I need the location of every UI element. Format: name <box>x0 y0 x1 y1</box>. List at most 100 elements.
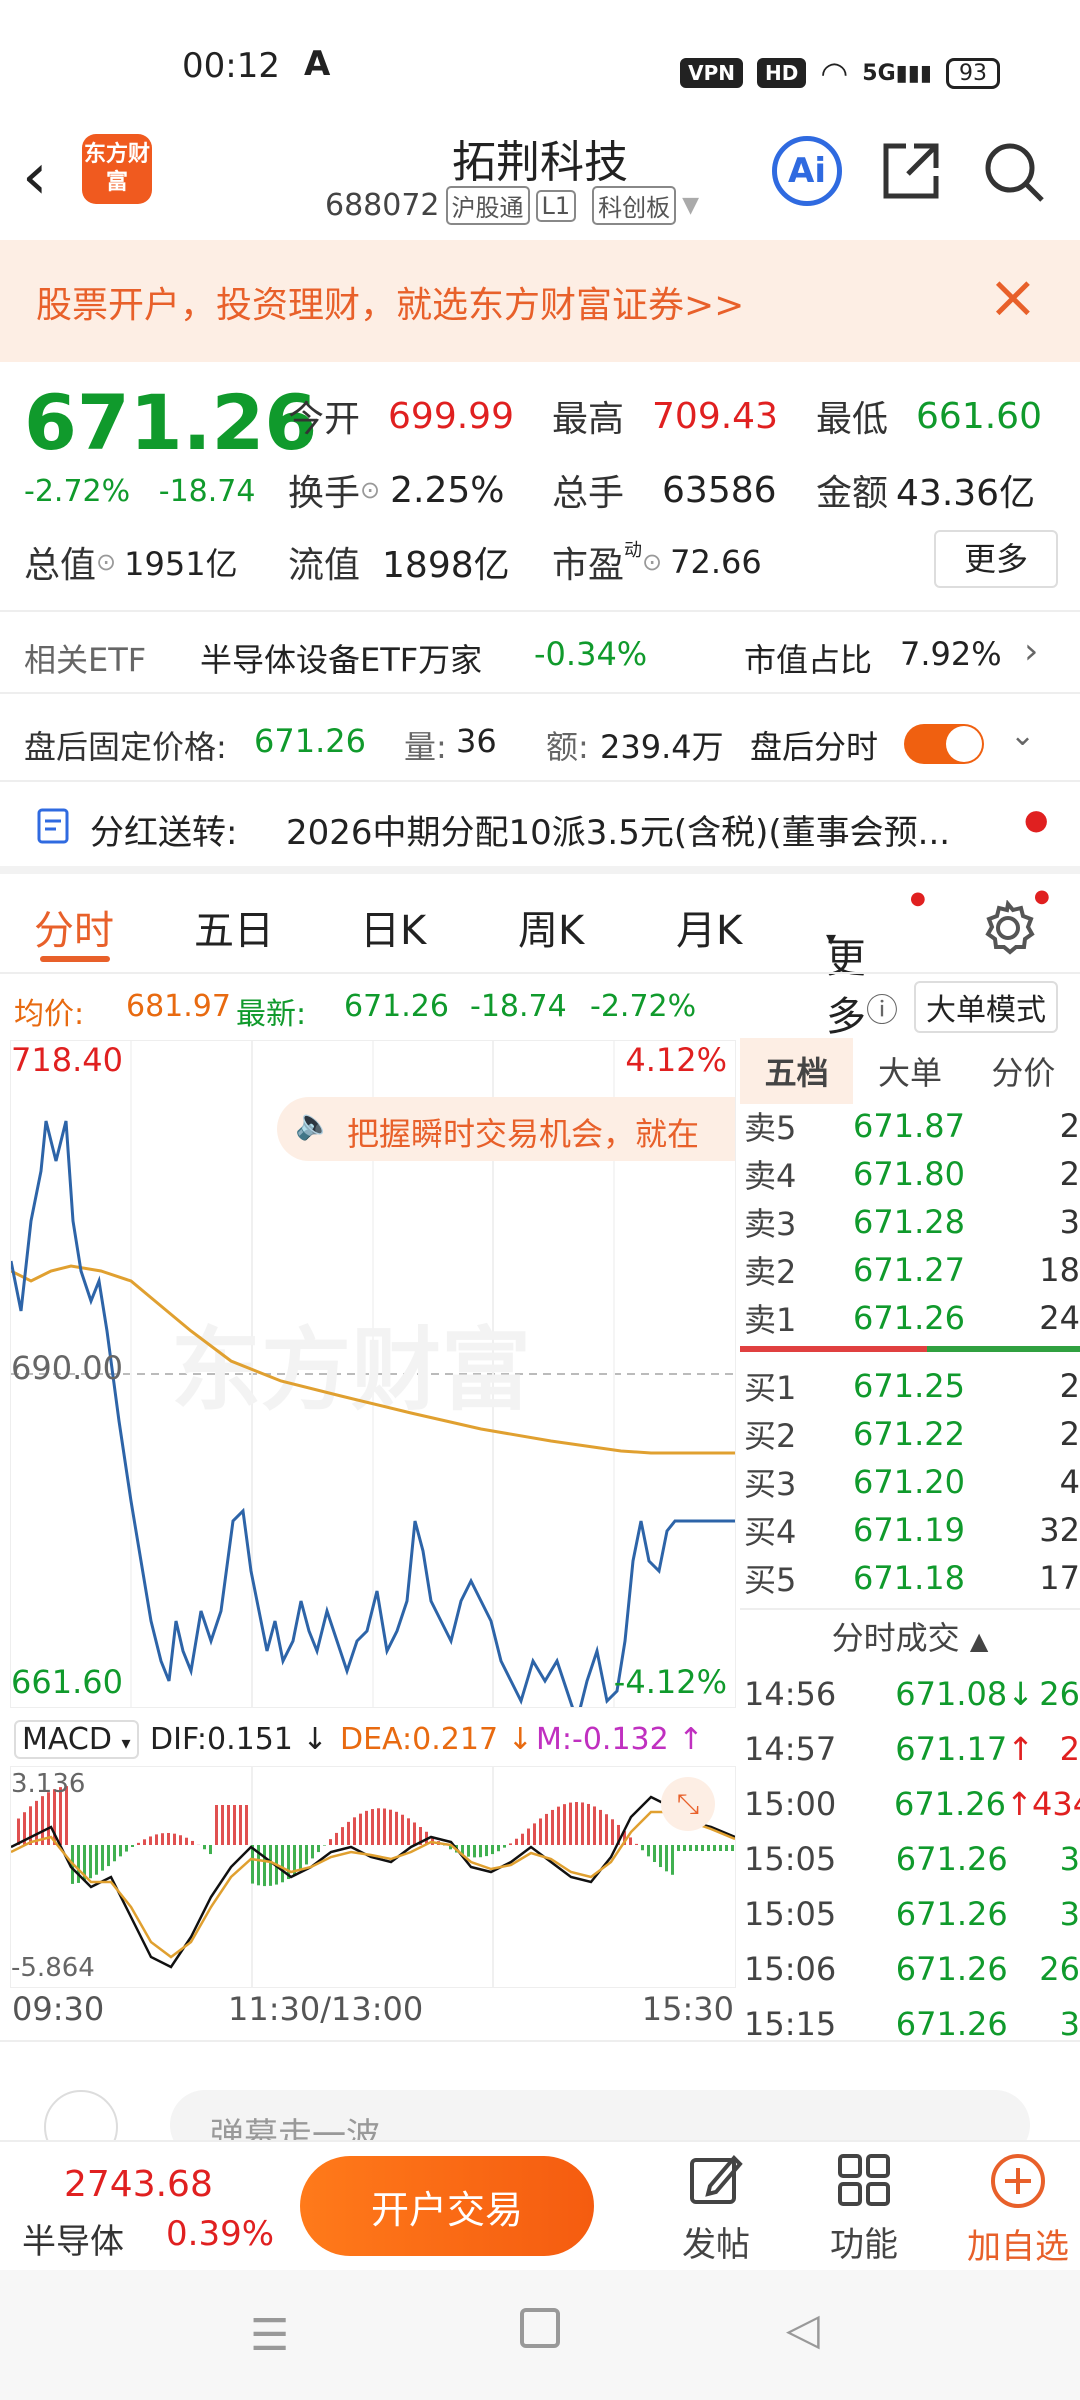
macd-select[interactable]: MACD ▾ <box>14 1720 139 1759</box>
help-circle-icon[interactable]: ⓘ <box>866 985 898 1031</box>
ai-assistant-button[interactable]: Ai <box>772 136 842 206</box>
trade-volume: 2 <box>1059 1729 1080 1768</box>
ask-row[interactable]: 卖2 671.27 18 <box>740 1246 1080 1294</box>
tab-intraday[interactable]: 分时 <box>34 898 114 956</box>
after-hours-row: 盘后固定价格: 671.26 量: 36 额: 239.4万 盘后分时 ⌄ <box>0 700 1080 780</box>
info-circle-icon[interactable]: ⊙ <box>642 548 662 576</box>
trade-row: 14:56 671.08 ↓ 26 <box>740 1666 1080 1721</box>
expand-icon[interactable]: ⤡ <box>661 1777 715 1831</box>
bid-row[interactable]: 买4 671.19 32 <box>740 1506 1080 1554</box>
trades-title[interactable]: 分时成交 ▲ <box>740 1610 1080 1666</box>
dropdown-triangle-icon[interactable]: ▼ <box>682 193 699 218</box>
trade-time: 15:05 <box>744 1839 837 1878</box>
more-quote-button[interactable]: 更多 <box>934 530 1058 588</box>
macd-chart[interactable]: 3.136 -5.864 ⤡ <box>10 1766 736 1988</box>
bid-row[interactable]: 买3 671.20 4 <box>740 1458 1080 1506</box>
sector-index-value[interactable]: 2743.68 <box>64 2164 213 2205</box>
chevron-right-icon[interactable]: › <box>1024 631 1038 672</box>
tab-monthly-k[interactable]: 月K <box>676 898 742 956</box>
info-circle-icon[interactable]: ⊙ <box>360 476 380 504</box>
add-watchlist-button[interactable]: 加自选 <box>958 2152 1078 2268</box>
banner-text[interactable]: 股票开户，投资理财，就选东方财富证券>> <box>36 276 744 328</box>
back-triangle-icon[interactable]: ◁ <box>786 2304 820 2355</box>
macd-bar <box>341 1827 344 1845</box>
ask-row[interactable]: 卖4 671.80 2 <box>740 1150 1080 1198</box>
share-icon[interactable] <box>880 140 942 202</box>
chevron-down-icon[interactable]: ⌄ <box>1010 718 1035 753</box>
tab-large-order[interactable]: 大单 <box>853 1048 966 1094</box>
ask-level-label: 卖5 <box>744 1109 797 1147</box>
macd-bar <box>383 1808 386 1845</box>
macd-bar <box>665 1845 668 1872</box>
ask-row[interactable]: 卖3 671.28 3 <box>740 1198 1080 1246</box>
macd-bar <box>467 1845 470 1857</box>
bid-level-label: 买2 <box>744 1417 797 1455</box>
intraday-chart[interactable]: 东方财富 718.40 4.12% 690.00 661.60 -4.12% 🔈… <box>9 1040 736 1727</box>
macd-bar <box>485 1845 488 1857</box>
etf-name[interactable]: 半导体设备ETF万家 <box>200 635 482 681</box>
bid-price: 671.25 <box>853 1367 965 1405</box>
tab-daily-k[interactable]: 日K <box>360 898 426 956</box>
open-account-trade-button[interactable]: 开户交易 <box>300 2156 594 2256</box>
macd-bar <box>371 1809 374 1845</box>
bid-volume: 32 <box>1039 1511 1080 1549</box>
macd-bar <box>731 1845 734 1851</box>
asks-list: 卖5 671.87 2 卖4 671.80 2 卖3 671.28 3 卖2 671.27 18 卖1 6… <box>740 1102 1080 1342</box>
macd-bar <box>179 1835 182 1845</box>
avg-value: 681.97 <box>126 989 231 1024</box>
macd-bar <box>551 1809 554 1845</box>
tag-l1: L1 <box>535 189 577 222</box>
trade-direction: ↓ <box>1007 1674 1035 1713</box>
home-icon[interactable] <box>520 2308 560 2348</box>
promo-pill[interactable]: 🔈 把握瞬时交易机会，就在 <box>277 1097 735 1161</box>
tag-star-market[interactable]: 科创板 <box>592 186 677 225</box>
bid-level-label: 买5 <box>744 1561 797 1599</box>
comment-bar: 弹幕走一波 <box>0 2080 1080 2164</box>
low-cell: 最低 661.60 <box>816 390 1042 442</box>
tab-weekly-k[interactable]: 周K <box>518 898 584 956</box>
macd-bar <box>17 1818 20 1845</box>
dividend-row[interactable]: 分红送转: 2026中期分配10派3.5元(含税)(董事会预... ● <box>0 785 1080 865</box>
macd-bar <box>89 1845 92 1879</box>
trade-row: 15:15 671.26 3 <box>740 1996 1080 2051</box>
large-order-mode-button[interactable]: 大单模式 <box>914 981 1058 1033</box>
after-hours-toggle[interactable] <box>904 724 984 764</box>
bid-row[interactable]: 买2 671.22 2 <box>740 1410 1080 1458</box>
bid-row[interactable]: 买1 671.25 2 <box>740 1362 1080 1410</box>
status-icons: VPN HD ◠ 5G▮▮▮ 93 <box>680 54 1000 92</box>
after-hours-vol-label: 量: <box>404 728 447 766</box>
add-watchlist-label: 加自选 <box>967 2227 1069 2267</box>
high-cell: 最高 709.43 <box>552 390 778 442</box>
functions-button[interactable]: 功能 <box>804 2152 924 2266</box>
ask-level-label: 卖1 <box>744 1301 797 1339</box>
macd-bar <box>191 1840 194 1845</box>
dividend-text[interactable]: 2026中期分配10派3.5元(含税)(董事会预... <box>286 805 950 854</box>
tab-five-levels[interactable]: 五档 <box>740 1038 854 1104</box>
bid-level-label: 买3 <box>744 1465 797 1503</box>
info-circle-icon[interactable]: ⊙ <box>96 548 116 576</box>
related-etf-row[interactable]: 相关ETF 半导体设备ETF万家 -0.34% 市值占比 7.92% › <box>0 615 1080 690</box>
account-opening-banner[interactable]: 股票开户，投资理财，就选东方财富证券>> × <box>0 240 1080 362</box>
tab-five-day[interactable]: 五日 <box>194 898 274 956</box>
macd-bar <box>683 1845 686 1851</box>
macd-bar <box>221 1805 224 1845</box>
ask-row[interactable]: 卖1 671.26 24 <box>740 1294 1080 1342</box>
sector-index-name[interactable]: 半导体 <box>22 2214 124 2263</box>
macd-bar <box>251 1845 254 1884</box>
macd-bar <box>353 1817 356 1845</box>
promo-text[interactable]: 把握瞬时交易机会，就在 <box>347 1109 699 1155</box>
search-icon[interactable] <box>982 140 1046 204</box>
ask-price: 671.28 <box>853 1203 965 1241</box>
close-icon[interactable]: × <box>988 262 1038 332</box>
tab-price-dist[interactable]: 分价 <box>967 1048 1080 1094</box>
post-button[interactable]: 发帖 <box>656 2152 776 2266</box>
menu-icon[interactable]: ☰ <box>250 2310 289 2361</box>
bid-row[interactable]: 买5 671.18 17 <box>740 1554 1080 1602</box>
ask-row[interactable]: 卖5 671.87 2 <box>740 1102 1080 1150</box>
after-hours-price: 671.26 <box>254 722 366 760</box>
pe-label: 市盈 <box>552 545 625 586</box>
gear-icon[interactable] <box>980 900 1036 956</box>
macd-bar <box>479 1845 482 1858</box>
macd-bar <box>299 1845 302 1871</box>
macd-bar <box>581 1802 584 1845</box>
